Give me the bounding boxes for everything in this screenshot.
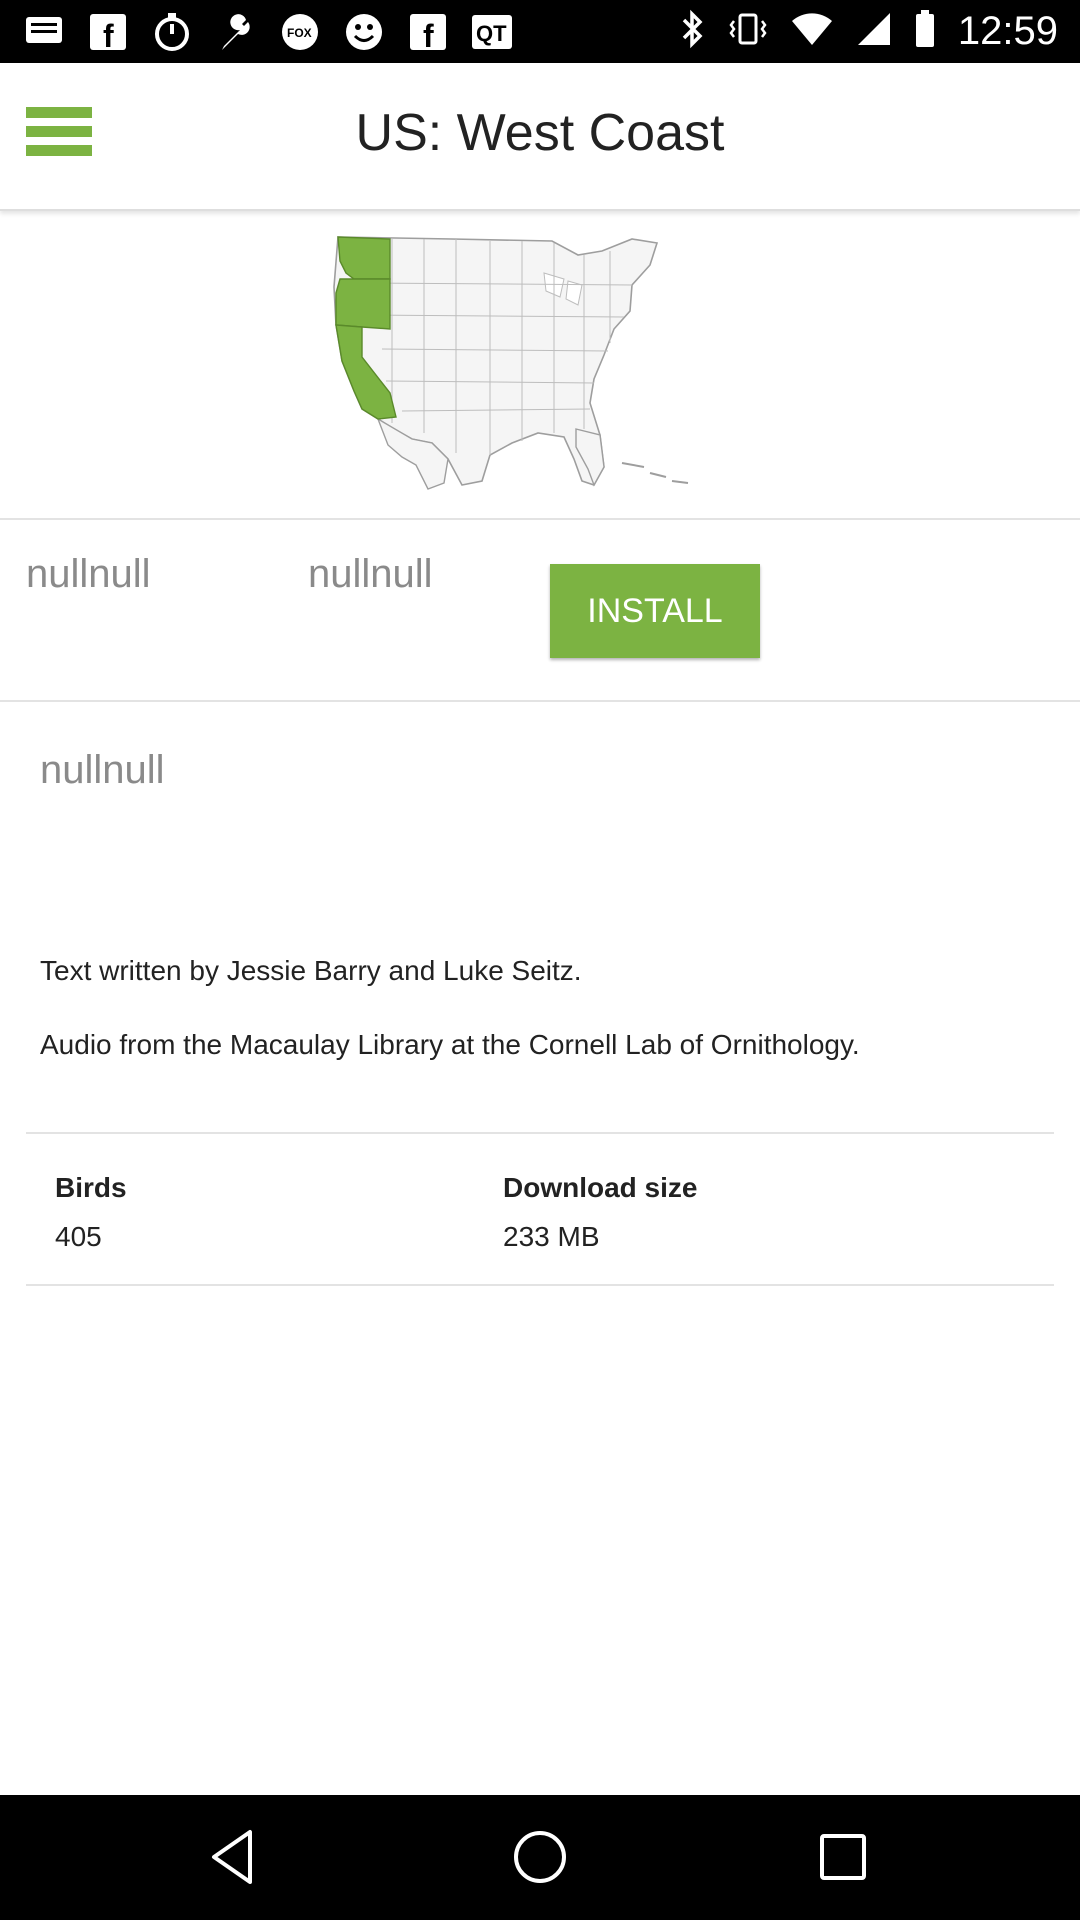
download-size-value: 233 MB [503,1221,600,1252]
home-icon[interactable] [505,1822,575,1892]
audio-credits: Audio from the Macaulay Library at the C… [40,1029,860,1060]
fox-sports-icon: FOX [278,10,322,54]
back-icon[interactable] [200,1822,270,1892]
timer-icon [150,10,194,54]
page-title: US: West Coast [355,104,725,162]
wrench-icon [214,10,258,54]
svg-text:f: f [423,18,434,51]
pack-info-table: Birds 405 Download size 233 MB [26,1132,1054,1286]
svg-text:f: f [103,18,114,51]
vibrate-icon [728,9,768,54]
birds-label: Birds [55,1172,127,1203]
navigation-bar [0,1795,1080,1920]
message-icon [22,10,66,54]
status-bar: f FOX f QT 12:59 [0,0,1080,63]
install-button[interactable]: INSTALL [550,564,760,658]
clock: 12:59 [957,9,1058,53]
app-bar: US: West Coast [0,63,1080,211]
facebook-icon: f [406,10,450,54]
signal-icon [856,11,892,52]
system-status: 12:59 [680,0,1058,63]
text-credits: Text written by Jessie Barry and Luke Se… [40,955,582,986]
qt-icon: QT [470,10,514,54]
facebook-icon: f [86,10,130,54]
smiley-icon [342,10,386,54]
battery-icon [914,9,936,54]
wifi-icon [790,11,834,52]
download-size-label: Download size [503,1172,698,1203]
bluetooth-icon [680,9,706,54]
birds-value: 405 [55,1221,102,1252]
null-label: nullnull [26,552,151,596]
null-label: nullnull [308,552,433,596]
svg-text:FOX: FOX [287,26,312,40]
notification-icons: f FOX f QT [22,8,514,56]
region-map [0,215,1080,520]
recents-icon[interactable] [808,1822,878,1892]
description-null-text: nullnull [40,748,165,792]
us-map-image [333,236,689,490]
svg-text:QT: QT [476,21,507,46]
action-row: nullnull nullnull INSTALL [0,522,1080,702]
